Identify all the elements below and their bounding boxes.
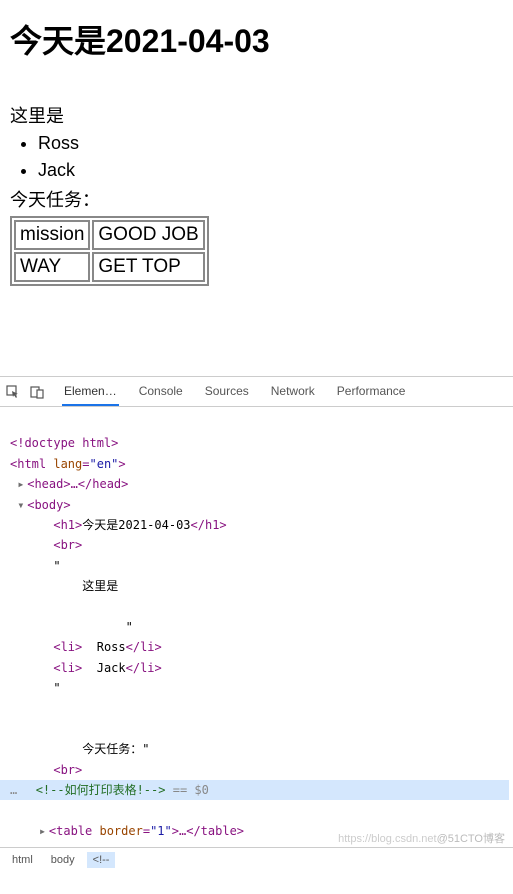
breadcrumb-item[interactable]: body bbox=[45, 852, 81, 868]
elements-source[interactable]: <!doctype html> <html lang="en"> ▸<head>… bbox=[0, 407, 513, 847]
code-line: <html lang="en"> bbox=[10, 457, 126, 471]
task-label: 今天任务： bbox=[10, 186, 503, 212]
code-line: 今天任务：" bbox=[82, 742, 149, 756]
intro-text: 这里是 bbox=[10, 102, 503, 128]
page-title: 今天是2021-04-03 bbox=[10, 16, 503, 62]
devtools-panel: Elemen… Console Sources Network Performa… bbox=[0, 376, 513, 872]
code-line: " bbox=[126, 620, 133, 634]
code-line: " bbox=[53, 559, 60, 573]
selected-line[interactable]: … <!--如何打印表格!--> == $0 bbox=[0, 780, 509, 800]
devtools-breadcrumb: html body <!-- bbox=[0, 847, 513, 872]
task-table: mission GOOD JOB WAY GET TOP bbox=[10, 216, 209, 286]
tab-sources[interactable]: Sources bbox=[203, 378, 251, 406]
table-cell: GET TOP bbox=[92, 252, 204, 282]
devtools-tabs: Elemen… Console Sources Network Performa… bbox=[62, 378, 407, 406]
expand-arrow-icon[interactable]: ▸ bbox=[17, 474, 27, 494]
table-cell: GOOD JOB bbox=[92, 220, 204, 250]
tab-network[interactable]: Network bbox=[269, 378, 317, 406]
list-item: Ross bbox=[38, 130, 503, 157]
breadcrumb-item[interactable]: html bbox=[6, 852, 39, 868]
code-line: <li> bbox=[53, 640, 82, 654]
code-line: <body> bbox=[27, 498, 70, 512]
code-line: <br> bbox=[53, 538, 82, 552]
expand-arrow-icon[interactable]: ▸ bbox=[39, 821, 49, 841]
table-cell: WAY bbox=[14, 252, 90, 282]
code-line: <!doctype html> bbox=[10, 436, 118, 450]
code-line: <h1> bbox=[53, 518, 82, 532]
code-line: <br> bbox=[53, 763, 82, 777]
devtools-toolbar: Elemen… Console Sources Network Performa… bbox=[0, 377, 513, 407]
code-line: <table border="1">…</table> bbox=[49, 824, 244, 838]
collapse-arrow-icon[interactable]: ▾ bbox=[17, 495, 27, 515]
code-line: " bbox=[53, 681, 60, 695]
table-row: WAY GET TOP bbox=[14, 252, 205, 282]
table-cell: mission bbox=[14, 220, 90, 250]
code-line: 这里是 bbox=[82, 579, 118, 593]
name-list: Ross Jack bbox=[10, 130, 503, 184]
code-line: <li> bbox=[53, 661, 82, 675]
breadcrumb-item[interactable]: <!-- bbox=[87, 852, 116, 868]
code-line: <head>…</head> bbox=[27, 477, 128, 491]
tab-elements[interactable]: Elemen… bbox=[62, 378, 119, 406]
tab-console[interactable]: Console bbox=[137, 378, 185, 406]
list-item: Jack bbox=[38, 157, 503, 184]
inspect-icon[interactable] bbox=[6, 385, 20, 399]
device-toggle-icon[interactable] bbox=[30, 385, 44, 399]
tab-performance[interactable]: Performance bbox=[335, 378, 408, 406]
table-row: mission GOOD JOB bbox=[14, 220, 205, 250]
